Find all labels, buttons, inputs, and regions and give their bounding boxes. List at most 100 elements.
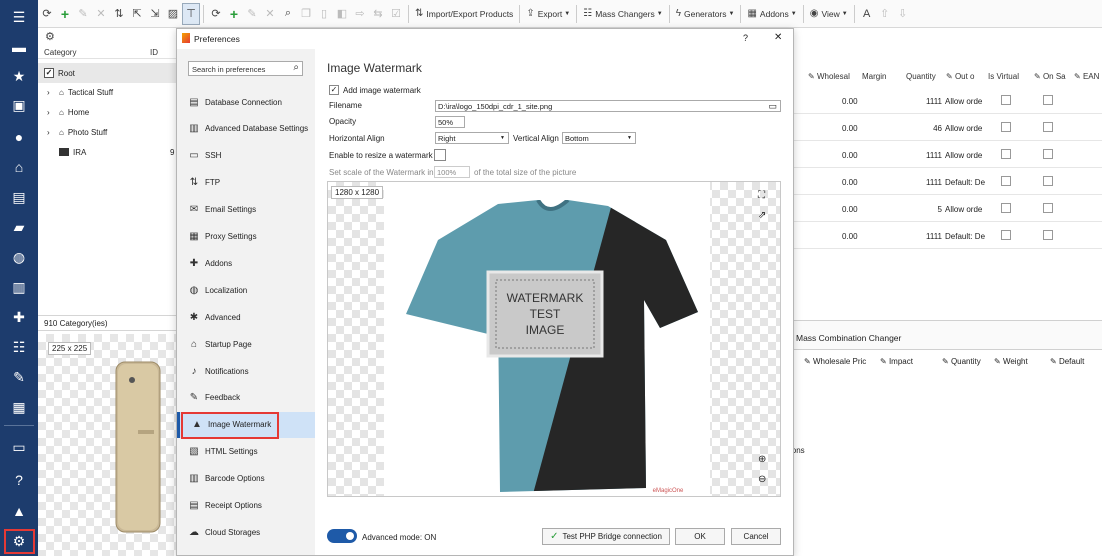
sliders-icon[interactable]: ☷ — [0, 333, 38, 361]
image-edit-icon[interactable]: ▨ — [164, 3, 182, 25]
refresh-products-icon[interactable]: ⟳ — [207, 3, 225, 25]
approve-icon[interactable]: ☑ — [387, 3, 405, 25]
import-export-button[interactable]: ⇅ Import/Export Products — [412, 3, 516, 25]
truck-icon[interactable]: ▰ — [0, 213, 38, 241]
lock-icon[interactable]: ▲ — [0, 497, 38, 525]
category-row[interactable]: › ⌂ Photo Stuff — [38, 122, 178, 142]
nav-item-html-settings[interactable]: ▧ HTML Settings — [177, 439, 315, 465]
nav-item-proxy-settings[interactable]: ▦ Proxy Settings — [177, 224, 315, 250]
category-row-root[interactable]: ✓ Root — [38, 63, 178, 83]
basket-icon[interactable]: ⌂ — [0, 153, 38, 181]
menu-icon[interactable]: ☰ — [0, 3, 38, 31]
table-row[interactable]: 0.00 1111 Allow orde — [790, 142, 1102, 168]
zoom-in-icon[interactable]: ⊕ — [758, 454, 766, 465]
filter-icon[interactable]: ⊤ — [182, 2, 200, 25]
table-row[interactable]: 0.00 1111 Allow orde — [790, 88, 1102, 114]
checkbox-icon[interactable]: ✓ — [44, 68, 54, 78]
nav-item-database-connection[interactable]: ▤ Database Connection — [177, 89, 315, 115]
search-input[interactable]: Search in preferences ⌕ — [188, 61, 303, 76]
mass-changers-button[interactable]: ☷ Mass Changers ▼ — [580, 3, 665, 25]
on-sale-checkbox[interactable] — [1043, 230, 1053, 240]
is-virtual-checkbox[interactable] — [1001, 95, 1011, 105]
nav-item-cloud-storages[interactable]: ☁ Cloud Storages — [177, 519, 315, 545]
nav-item-email-settings[interactable]: ✉ Email Settings — [177, 197, 315, 223]
sort-desc-icon[interactable]: ⇩ — [894, 3, 912, 25]
puzzle-icon[interactable]: ✚ — [0, 303, 38, 331]
generators-button[interactable]: ϟ Generators ▼ — [673, 3, 738, 25]
close-button[interactable]: ✕ — [774, 32, 782, 43]
fit-screen-icon[interactable]: ⛶ — [758, 190, 765, 201]
is-virtual-checkbox[interactable] — [1001, 149, 1011, 159]
help-icon[interactable]: ? — [0, 466, 38, 494]
nav-item-localization[interactable]: ◍ Localization — [177, 277, 315, 303]
horizontal-align-select[interactable]: Right ▼ — [435, 132, 509, 144]
search-icon[interactable]: ⌕ — [279, 3, 297, 25]
sort-icon[interactable]: ⇅ — [110, 3, 128, 25]
zoom-out-icon[interactable]: ⊖ — [758, 474, 766, 485]
resize-checkbox[interactable] — [434, 149, 446, 161]
collapse-icon[interactable]: ⇲ — [146, 3, 164, 25]
add-product-icon[interactable]: + — [225, 3, 243, 25]
export-button[interactable]: ⇪ Export ▼ — [523, 3, 573, 25]
chat-icon[interactable]: ▤ — [0, 183, 38, 211]
edit-product-icon[interactable]: ✎ — [243, 3, 261, 25]
move-icon[interactable]: ⇨ — [351, 3, 369, 25]
inbox-icon[interactable]: ▭ — [0, 433, 38, 461]
table-row[interactable]: 0.00 1111 Default: De — [790, 223, 1102, 249]
nav-item-startup-page[interactable]: ⌂ Startup Page — [177, 331, 315, 357]
advanced-mode-toggle[interactable] — [327, 529, 357, 543]
on-sale-checkbox[interactable] — [1043, 203, 1053, 213]
box-icon[interactable]: ▣ — [0, 91, 38, 119]
on-sale-checkbox[interactable] — [1043, 95, 1053, 105]
is-virtual-checkbox[interactable] — [1001, 203, 1011, 213]
view-button[interactable]: ◉ View ▼ — [807, 3, 851, 25]
on-sale-checkbox[interactable] — [1043, 149, 1053, 159]
table-row[interactable]: 0.00 46 Allow orde — [790, 115, 1102, 141]
scale-field[interactable]: 100% — [434, 166, 470, 178]
chevron-right-icon[interactable]: › — [47, 88, 55, 97]
expand-icon[interactable]: ⇱ — [128, 3, 146, 25]
delete-icon[interactable]: ✕ — [92, 3, 110, 25]
nav-item-feedback[interactable]: ✎ Feedback — [177, 385, 315, 411]
nav-item-advanced-database-settings[interactable]: ▥ Advanced Database Settings — [177, 116, 315, 142]
globe-icon[interactable]: ◍ — [0, 243, 38, 271]
sort-asc-icon[interactable]: ⇧ — [876, 3, 894, 25]
nav-item-addons[interactable]: ✚ Addons — [177, 250, 315, 276]
is-virtual-checkbox[interactable] — [1001, 122, 1011, 132]
tab-mass-combination-changer[interactable]: Mass Combination Changer — [796, 333, 901, 343]
cancel-button[interactable]: Cancel — [731, 528, 781, 545]
folder-open-icon[interactable]: ▭ — [768, 101, 777, 111]
store-icon[interactable]: ▬ — [0, 33, 38, 61]
category-row[interactable]: › ⌂ Tactical Stuff — [38, 82, 178, 102]
table-row[interactable]: 0.00 5 Allow orde — [790, 196, 1102, 222]
star-icon[interactable]: ★ — [0, 62, 38, 90]
link-icon[interactable]: ⇆ — [369, 3, 387, 25]
chevron-right-icon[interactable]: › — [47, 108, 55, 117]
nav-item-barcode-options[interactable]: ▥ Barcode Options — [177, 466, 315, 492]
user-icon[interactable]: ● — [0, 123, 38, 151]
wrench-icon[interactable]: ✎ — [0, 363, 38, 391]
opacity-field[interactable]: 50% — [435, 116, 465, 128]
paste-icon[interactable]: ▯ — [315, 3, 333, 25]
on-sale-checkbox[interactable] — [1043, 176, 1053, 186]
vertical-align-select[interactable]: Bottom ▼ — [562, 132, 636, 144]
help-button[interactable]: ? — [743, 33, 748, 43]
chart-icon[interactable]: ▥ — [0, 273, 38, 301]
on-sale-checkbox[interactable] — [1043, 122, 1053, 132]
addons-button[interactable]: ▦ Addons ▼ — [744, 3, 799, 25]
add-icon[interactable]: + — [56, 3, 74, 25]
report-icon[interactable]: ▦ — [0, 393, 38, 421]
open-external-icon[interactable]: ⇗ — [758, 210, 766, 221]
nav-item-receipt-options[interactable]: ▤ Receipt Options — [177, 493, 315, 519]
nav-item-advanced[interactable]: ✱ Advanced — [177, 304, 315, 330]
category-row[interactable]: › ⌂ Home — [38, 102, 178, 122]
refresh-icon[interactable]: ⟳ — [38, 3, 56, 25]
delete-product-icon[interactable]: ✕ — [261, 3, 279, 25]
table-row[interactable]: 0.00 1111 Default: De — [790, 169, 1102, 195]
nav-item-ssh[interactable]: ▭ SSH — [177, 143, 315, 169]
nav-item-ftp[interactable]: ⇅ FTP — [177, 170, 315, 196]
add-watermark-checkbox[interactable]: ✓ Add image watermark — [329, 85, 421, 95]
ok-button[interactable]: OK — [675, 528, 725, 545]
edit-icon[interactable]: ✎ — [74, 3, 92, 25]
gear-icon[interactable]: ⚙ — [45, 30, 55, 43]
